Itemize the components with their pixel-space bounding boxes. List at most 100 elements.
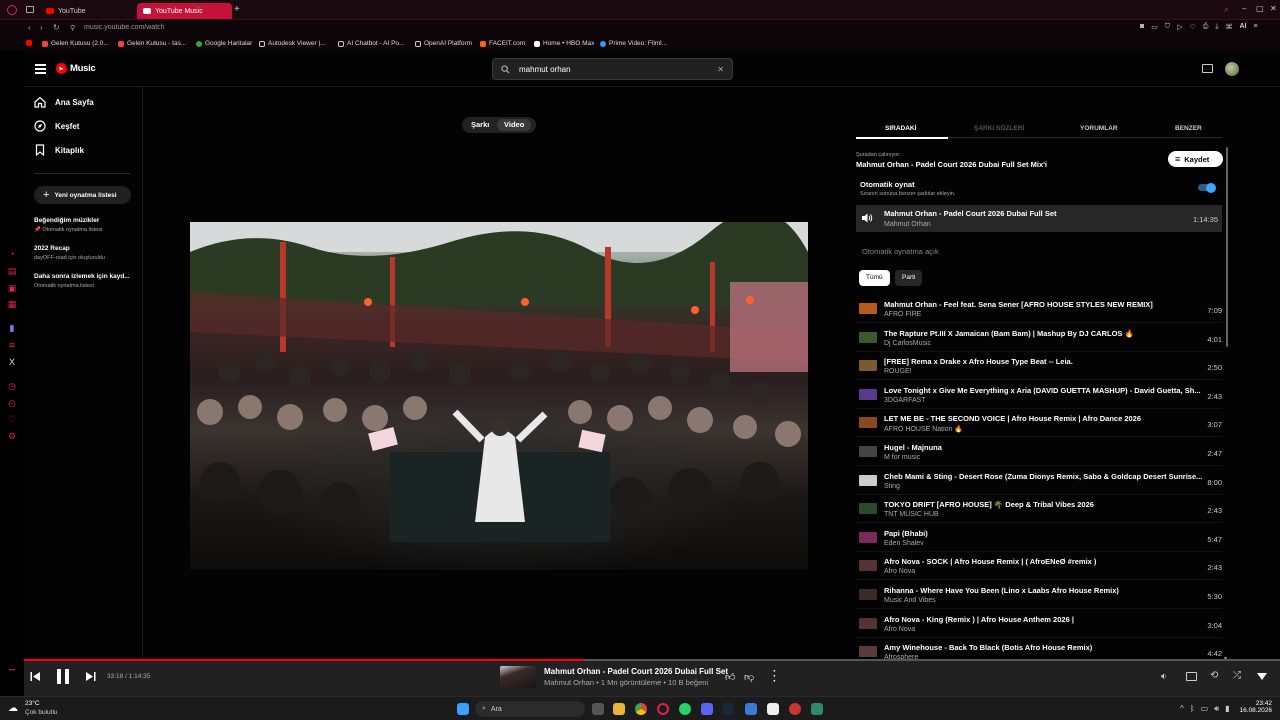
shield-icon[interactable]: ⛉ bbox=[1165, 23, 1170, 31]
steam-icon[interactable] bbox=[722, 703, 734, 715]
queue-item[interactable]: Mahmut Orhan - Feel feat. Sena Sener [AF… bbox=[856, 295, 1222, 323]
tab-up-next[interactable]: SIRADAKİ bbox=[885, 125, 916, 132]
logo[interactable]: ▶ Music bbox=[56, 63, 96, 74]
play-icon[interactable]: ▷ bbox=[1177, 23, 1182, 31]
repeat-icon[interactable]: ⟲ bbox=[1210, 670, 1218, 681]
notepad-icon[interactable] bbox=[767, 703, 779, 715]
miniplayer-icon[interactable] bbox=[1186, 672, 1197, 681]
camera-icon[interactable]: ◙ bbox=[1140, 23, 1144, 31]
x-icon[interactable]: X bbox=[7, 357, 17, 367]
queue-thumbnail[interactable] bbox=[859, 617, 877, 629]
save-button[interactable]: ≡ Kaydet bbox=[1168, 151, 1223, 167]
snapshot-icon[interactable]: ⎙ bbox=[1203, 23, 1209, 31]
queue-thumbnail[interactable] bbox=[859, 474, 877, 486]
maximize-button[interactable]: ▢ bbox=[1256, 4, 1264, 13]
cast-icon[interactable] bbox=[1202, 64, 1213, 73]
queue-thumbnail[interactable] bbox=[859, 646, 877, 658]
spreadsheet-icon[interactable] bbox=[811, 703, 823, 715]
queue-thumbnail[interactable] bbox=[859, 331, 877, 343]
speaker-icon[interactable]: 🔊︎ bbox=[1214, 704, 1219, 714]
queue-thumbnail[interactable] bbox=[859, 303, 877, 314]
task-view-icon[interactable] bbox=[592, 703, 604, 715]
discord-icon[interactable] bbox=[701, 703, 713, 715]
queue-item[interactable]: Cheb Mami & Sting - Desert Rose (Zuma Di… bbox=[856, 467, 1222, 495]
opera-logo-icon[interactable] bbox=[7, 5, 17, 15]
bluetooth-icon[interactable]: ᛒ bbox=[1190, 704, 1195, 714]
like-icon[interactable]: 👍︎ bbox=[725, 671, 735, 683]
tab-lyrics[interactable]: ŞARKI SÖZLERİ bbox=[974, 125, 1024, 132]
toggle-video[interactable]: Video bbox=[497, 119, 532, 131]
shuffle-icon[interactable]: ⤮ bbox=[1233, 670, 1241, 681]
queue-thumbnail[interactable] bbox=[859, 417, 877, 429]
queue-scrollbar[interactable] bbox=[1226, 147, 1228, 347]
opera-icon[interactable] bbox=[657, 703, 669, 715]
app-icon[interactable] bbox=[789, 703, 801, 715]
queue-thumbnail[interactable] bbox=[859, 531, 877, 543]
dislike-icon[interactable]: 👎︎ bbox=[744, 671, 754, 683]
tray-chevron-icon[interactable]: ^ bbox=[1180, 704, 1184, 714]
clear-search-icon[interactable]: ✕ bbox=[717, 65, 724, 74]
toggle-song[interactable]: Şarkı bbox=[464, 119, 496, 131]
chip-all[interactable]: Tümü bbox=[859, 270, 890, 286]
previous-button[interactable] bbox=[30, 671, 41, 682]
weather-icon[interactable]: ☁ bbox=[8, 703, 18, 714]
next-button[interactable] bbox=[85, 671, 96, 682]
minimize-button[interactable]: – bbox=[1242, 4, 1246, 13]
tab-youtube-music[interactable]: YouTube Music bbox=[137, 3, 232, 19]
autoplay-toggle[interactable] bbox=[1198, 182, 1216, 193]
whatsapp-icon[interactable] bbox=[679, 703, 691, 715]
queue-thumbnail[interactable] bbox=[859, 388, 877, 400]
queue-item[interactable]: LET ME BE - THE SECOND VOICE | Afro Hous… bbox=[856, 409, 1222, 438]
queue-item[interactable]: Love Tonight x Give Me Everything x Aria… bbox=[856, 381, 1222, 409]
bookmark-chatbot[interactable]: AI Chatbot - AI Po... bbox=[338, 40, 404, 47]
network-icon[interactable]: ▭ bbox=[1201, 704, 1209, 714]
queue-thumbnail[interactable] bbox=[859, 560, 877, 572]
queue-item[interactable]: [FREE] Rema x Drake x Afro House Type Be… bbox=[856, 352, 1222, 381]
more-options-icon[interactable]: · · · bbox=[773, 667, 776, 687]
more-icon[interactable]: ••• bbox=[7, 666, 17, 676]
playlist-recap[interactable]: 2022 Recap dayOFF-road için oluşturuldu bbox=[24, 242, 142, 266]
queue-item[interactable]: Afro Nova - SOCK | Afro House Remix | ( … bbox=[856, 552, 1222, 581]
playlist-watch-later[interactable]: Daha sonra izlemek için kayd... Otomatik… bbox=[24, 270, 142, 294]
shop-icon[interactable]: ▤ bbox=[7, 266, 17, 276]
queue-thumbnail[interactable] bbox=[859, 503, 877, 515]
current-track-row[interactable]: Mahmut Orhan - Padel Court 2026 Dubai Fu… bbox=[856, 205, 1222, 232]
queue-item[interactable]: Amy Winehouse - Back To Black (Botis Afr… bbox=[856, 638, 1222, 661]
tab-related[interactable]: BENZER bbox=[1175, 125, 1202, 132]
bookmark-youtube[interactable] bbox=[26, 40, 32, 46]
search-tabs-icon[interactable]: ⌕ bbox=[1224, 5, 1228, 15]
bookmark-prime[interactable]: Prime Video: Filml... bbox=[600, 40, 667, 47]
sidebar-item-explore[interactable]: Keşfet bbox=[34, 120, 79, 132]
settings-icon[interactable]: ⚙ bbox=[7, 431, 17, 441]
windows-start-icon[interactable] bbox=[457, 703, 469, 715]
heart-icon[interactable]: ♡ bbox=[7, 414, 17, 424]
search-box[interactable]: mahmut orhan ✕ bbox=[492, 58, 733, 80]
queue-item[interactable]: Rihanna - Where Have You Been (Lino x La… bbox=[856, 581, 1222, 609]
queue-item[interactable]: The Rapture Pt.III X Jamaican (Bam Bam) … bbox=[856, 324, 1222, 352]
sidebar-item-library[interactable]: Kitaplık bbox=[34, 144, 84, 156]
clock[interactable]: 23:42 16.08.2026 bbox=[1239, 700, 1272, 714]
expand-player-icon[interactable] bbox=[1257, 673, 1267, 680]
heart-icon[interactable]: ♡ bbox=[1190, 23, 1196, 31]
queue-item[interactable]: Afro Nova - King (Remix ) | Afro House A… bbox=[856, 610, 1222, 638]
tab-overview-icon[interactable] bbox=[26, 6, 34, 13]
bookmark-autodesk[interactable]: Autodesk Viewer |... bbox=[259, 40, 326, 47]
site-info-icon[interactable]: ⚲ bbox=[70, 24, 75, 32]
workspace-icon[interactable]: ▦ bbox=[7, 299, 17, 309]
history-icon[interactable]: ◷ bbox=[7, 381, 17, 391]
playlist-liked[interactable]: Beğendiğim müzikler 📌 Otomatik oynatma l… bbox=[24, 214, 142, 238]
progress-bar[interactable] bbox=[24, 659, 1280, 661]
url-field[interactable]: music.youtube.com/watch bbox=[84, 24, 165, 31]
forward-icon[interactable]: › bbox=[40, 23, 43, 32]
queue-item[interactable]: Hugel - Majnuna M for music 2:47 bbox=[856, 438, 1222, 466]
bookmark-openai[interactable]: OpenAI Platform bbox=[415, 40, 472, 47]
queue-thumbnail[interactable] bbox=[859, 446, 877, 457]
aria-icon[interactable]: ◔ bbox=[7, 249, 17, 259]
pinboard-icon[interactable]: ▣ bbox=[7, 283, 17, 293]
ai-button[interactable]: AI bbox=[1240, 23, 1247, 31]
pause-button[interactable] bbox=[56, 669, 70, 684]
download-icon[interactable]: ⤓ bbox=[1215, 23, 1218, 31]
bookmark-page-icon[interactable]: ▭ bbox=[1151, 23, 1158, 31]
bookmark-maps[interactable]: Google Haritalar bbox=[196, 40, 252, 47]
reload-icon[interactable]: ↻ bbox=[53, 23, 60, 32]
